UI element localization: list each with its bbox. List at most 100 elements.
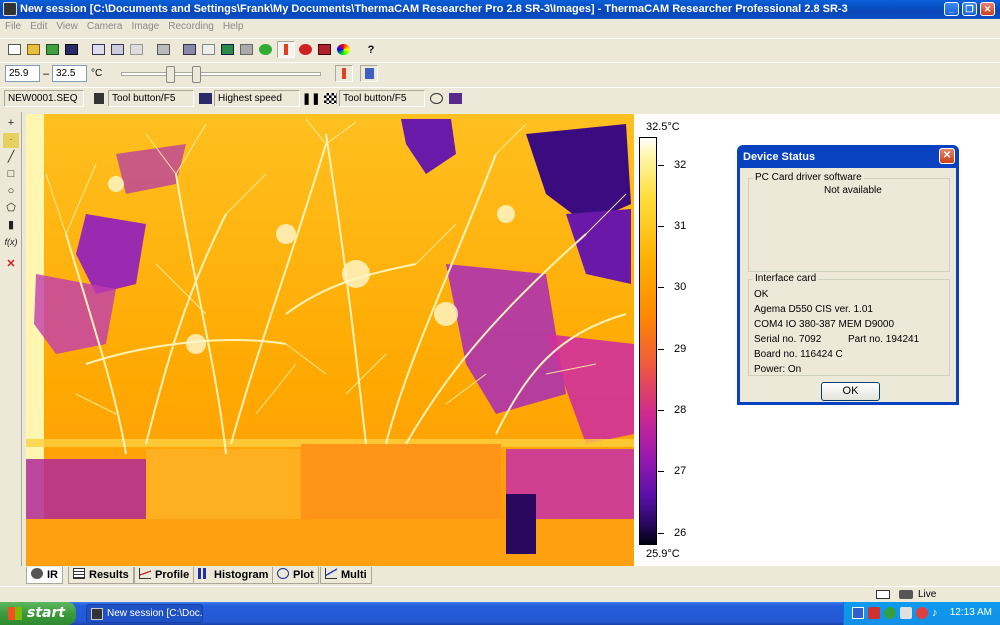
scale-min-label: 25.9°C xyxy=(646,548,680,560)
sequence-file-field[interactable]: NEW0001.SEQ xyxy=(4,90,84,107)
isotherm-icon[interactable]: ▮ xyxy=(3,218,19,233)
box-icon[interactable]: □ xyxy=(3,167,19,182)
histogram-icon xyxy=(198,568,210,579)
copy-all-icon[interactable] xyxy=(108,41,126,58)
menu-edit[interactable]: Edit xyxy=(25,19,51,32)
range-high-input[interactable]: 32.5 xyxy=(52,65,87,82)
auto-adjust-icon[interactable] xyxy=(237,41,255,58)
board-number: Board no. 116424 C xyxy=(754,349,843,360)
record-speed-field[interactable]: Highest speed xyxy=(214,90,300,107)
menu-help[interactable]: Help xyxy=(218,19,248,32)
help-icon[interactable]: ? xyxy=(362,41,380,58)
close-button[interactable]: ✕ xyxy=(980,2,995,16)
thermometer-range-icon[interactable] xyxy=(335,65,353,82)
app-icon[interactable] xyxy=(3,2,17,16)
palette-icon[interactable] xyxy=(334,41,352,58)
menu-recording[interactable]: Recording xyxy=(163,19,218,32)
live-status: Live xyxy=(918,589,937,600)
clock[interactable]: 12:13 AM xyxy=(950,607,992,618)
new-icon[interactable] xyxy=(5,41,23,58)
formula-icon[interactable]: f(x) xyxy=(3,235,19,250)
security-icon[interactable] xyxy=(868,607,880,619)
disk-icon[interactable] xyxy=(196,90,214,107)
color-scale-bar[interactable] xyxy=(639,137,657,545)
range-slider-high-handle[interactable] xyxy=(192,66,201,83)
checkered-flag-icon[interactable] xyxy=(321,90,339,107)
polygon-icon[interactable]: ⬠ xyxy=(3,201,19,216)
delete-icon[interactable]: ✕ xyxy=(3,257,19,272)
range-slider-track[interactable] xyxy=(121,72,321,76)
snapshot-icon[interactable] xyxy=(315,41,333,58)
update-icon[interactable] xyxy=(884,607,896,619)
cursor-icon[interactable]: + xyxy=(3,116,19,131)
plot-icon xyxy=(277,568,289,579)
menu-bar: File Edit View Camera Image Recording Help xyxy=(0,19,1000,36)
dialog-title: Device Status xyxy=(743,151,816,163)
dialog-close-button[interactable]: ✕ xyxy=(939,148,955,164)
timer-icon[interactable] xyxy=(427,90,445,107)
table-icon xyxy=(73,568,85,579)
landscape-icon[interactable] xyxy=(218,41,236,58)
interface-model: Agema D550 CIS ver. 1.01 xyxy=(754,304,873,315)
scale-tick xyxy=(658,165,664,166)
minimize-button[interactable]: _ xyxy=(944,2,959,16)
copy-icon[interactable] xyxy=(89,41,107,58)
menu-view[interactable]: View xyxy=(51,19,82,32)
scale-tick-label: 32 xyxy=(674,159,687,171)
scale-tick xyxy=(658,287,664,288)
circle-icon[interactable]: ○ xyxy=(3,184,19,199)
scale-tick-label: 31 xyxy=(674,220,687,232)
interface-ok: OK xyxy=(754,289,769,300)
range-unit: °C xyxy=(91,68,103,79)
connect-icon[interactable] xyxy=(180,41,198,58)
maximize-button[interactable]: ❐ xyxy=(962,2,977,16)
tab-profile[interactable]: Profile xyxy=(134,567,195,584)
range-dash: – xyxy=(43,68,50,80)
start-button[interactable]: start xyxy=(0,602,76,625)
tab-histogram[interactable]: Histogram xyxy=(193,567,274,584)
print-icon[interactable] xyxy=(154,41,172,58)
taskbar-item-session[interactable]: New session [C:\Doc... xyxy=(86,604,203,623)
ir-camera-icon xyxy=(31,568,43,579)
record-trigger-icon[interactable] xyxy=(90,90,108,107)
spot-icon[interactable]: · xyxy=(3,133,19,148)
range-slider-low-handle[interactable] xyxy=(166,66,175,83)
thermal-image xyxy=(26,114,634,566)
ok-button[interactable]: OK xyxy=(821,382,880,401)
record-settings-icon[interactable] xyxy=(446,90,464,107)
usb-icon[interactable] xyxy=(900,607,912,619)
start-trigger-field[interactable]: Tool button/F5 xyxy=(108,90,194,107)
stop-trigger-field[interactable]: Tool button/F5 xyxy=(339,90,425,107)
taskbar: start New session [C:\Doc... ♪ 12:13 AM xyxy=(0,602,1000,625)
driver-group-label: PC Card driver software xyxy=(753,172,864,183)
auto-range-icon[interactable] xyxy=(360,65,378,82)
menu-image[interactable]: Image xyxy=(126,19,163,32)
open-folder-icon[interactable] xyxy=(24,41,42,58)
ir-image[interactable] xyxy=(26,114,634,566)
refresh-icon[interactable] xyxy=(256,41,274,58)
open-image-icon[interactable] xyxy=(43,41,61,58)
paste-icon[interactable] xyxy=(127,41,145,58)
menu-camera[interactable]: Camera xyxy=(82,19,127,32)
save-icon[interactable] xyxy=(62,41,80,58)
pause-icon[interactable]: ❚❚ xyxy=(301,90,320,107)
range-low-input[interactable]: 25.9 xyxy=(5,65,40,82)
camera-icon[interactable] xyxy=(199,41,217,58)
interface-ports: COM4 IO 380-387 MEM D9000 xyxy=(754,319,895,330)
thermometer-icon[interactable] xyxy=(277,41,295,58)
tab-multi[interactable]: Multi xyxy=(320,567,372,584)
tab-plot[interactable]: Plot xyxy=(272,567,319,584)
title-bar: New session [C:\Documents and Settings\F… xyxy=(0,0,1000,19)
system-tray: ♪ 12:13 AM xyxy=(843,602,1000,625)
stop-icon[interactable] xyxy=(296,41,314,58)
line-icon[interactable]: ╱ xyxy=(3,150,19,165)
tab-ir[interactable]: IR xyxy=(26,567,63,584)
menu-file[interactable]: File xyxy=(0,19,25,32)
analysis-toolbar: + · ╱ □ ○ ⬠ ▮ f(x) ✕ xyxy=(0,112,22,587)
network-icon[interactable] xyxy=(852,607,864,619)
driver-status: Not available xyxy=(824,185,882,196)
volume-icon[interactable]: ♪ xyxy=(932,607,944,619)
scale-max-label: 32.5°C xyxy=(646,121,680,133)
tab-results[interactable]: Results xyxy=(68,567,134,584)
alert-icon[interactable] xyxy=(916,607,928,619)
